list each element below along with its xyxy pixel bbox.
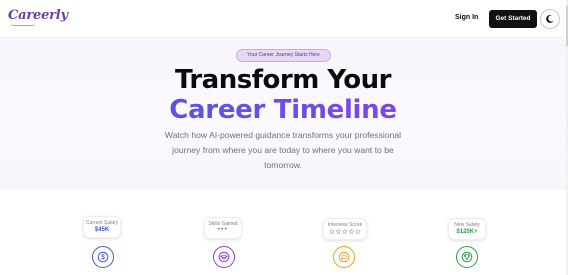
- timeline-node-new-salary: [456, 246, 478, 268]
- sign-in-link[interactable]: Sign In: [455, 14, 478, 21]
- stat-value: $45K: [94, 227, 110, 233]
- timeline-node-current: [92, 246, 114, 268]
- timeline-node-skills: [213, 246, 235, 268]
- stat-value: $120K+: [456, 229, 478, 235]
- star-rating: ☆☆☆☆☆: [328, 229, 362, 236]
- hero-subtitle: Watch how AI-powered guidance transforms…: [164, 130, 402, 170]
- get-started-button[interactable]: Get Started: [489, 10, 537, 28]
- hero-badge: Your Career Journey Starts Here: [236, 49, 331, 62]
- hero-title-line2: Career Timeline: [0, 95, 566, 125]
- top-nav: Careerly Sign In Get Started: [0, 0, 566, 38]
- chat-bubble-icon: [338, 251, 350, 263]
- graduation-cap-icon: [218, 251, 230, 263]
- stat-label: Current Salary: [85, 220, 119, 226]
- stat-label: New Salary: [454, 222, 480, 228]
- logo-underline: [11, 23, 35, 26]
- stat-card-current-salary: Current Salary $45K: [83, 216, 121, 238]
- hero-section: Your Career Journey Starts Here Transfor…: [0, 39, 566, 189]
- stat-card-new-salary: New Salary $120K+: [448, 218, 486, 240]
- logo[interactable]: Careerly: [8, 8, 68, 26]
- moon-icon: [546, 14, 554, 23]
- stat-card-interview-score: Interview Score ☆☆☆☆☆: [323, 218, 367, 240]
- timeline-node-interview: [333, 246, 355, 268]
- skills-dots: •••: [217, 227, 229, 233]
- theme-toggle-button[interactable]: [540, 9, 560, 29]
- trophy-icon: [461, 251, 473, 263]
- hero-title-line1: Transform Your: [174, 65, 392, 95]
- dollar-icon: [97, 251, 109, 263]
- stat-card-skills-gained: Skills Gained •••: [204, 217, 242, 239]
- page: Careerly Sign In Get Started Your Career…: [0, 0, 568, 275]
- logo-text: Careerly: [8, 8, 68, 23]
